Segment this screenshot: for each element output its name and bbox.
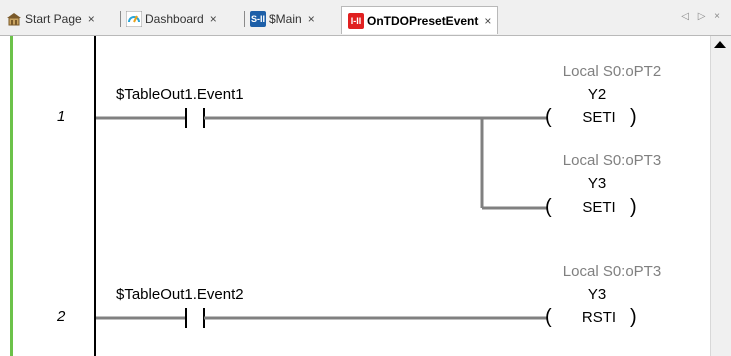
- coil-address[interactable]: Y3: [577, 175, 617, 192]
- coil-right-paren: ): [630, 306, 637, 328]
- coil-address[interactable]: Y3: [577, 286, 617, 303]
- contact-label[interactable]: $TableOut1.Event2: [116, 286, 244, 303]
- coil-left-paren: (: [545, 306, 552, 328]
- scroll-up-arrow-icon[interactable]: [714, 41, 726, 48]
- coil-address[interactable]: Y2: [577, 86, 617, 103]
- rung-number: 2: [57, 308, 66, 325]
- coil-nickname: Local S0:oPT3: [562, 263, 662, 280]
- coil-instruction[interactable]: SETI: [569, 199, 629, 216]
- ladder-diagram: [94, 36, 548, 356]
- coil-right-paren: ): [630, 196, 637, 218]
- coil-right-paren: ): [630, 106, 637, 128]
- coil-left-paren: (: [545, 196, 552, 218]
- coil-nickname: Local S0:oPT3: [562, 152, 662, 169]
- contact-label[interactable]: $TableOut1.Event1: [116, 86, 244, 103]
- coil-instruction[interactable]: SETI: [569, 109, 629, 126]
- coil-instruction[interactable]: RSTI: [569, 309, 629, 326]
- rung-number: 1: [57, 108, 66, 125]
- coil-left-paren: (: [545, 106, 552, 128]
- vertical-scrollbar[interactable]: [710, 36, 731, 356]
- coil-nickname: Local S0:oPT2: [562, 63, 662, 80]
